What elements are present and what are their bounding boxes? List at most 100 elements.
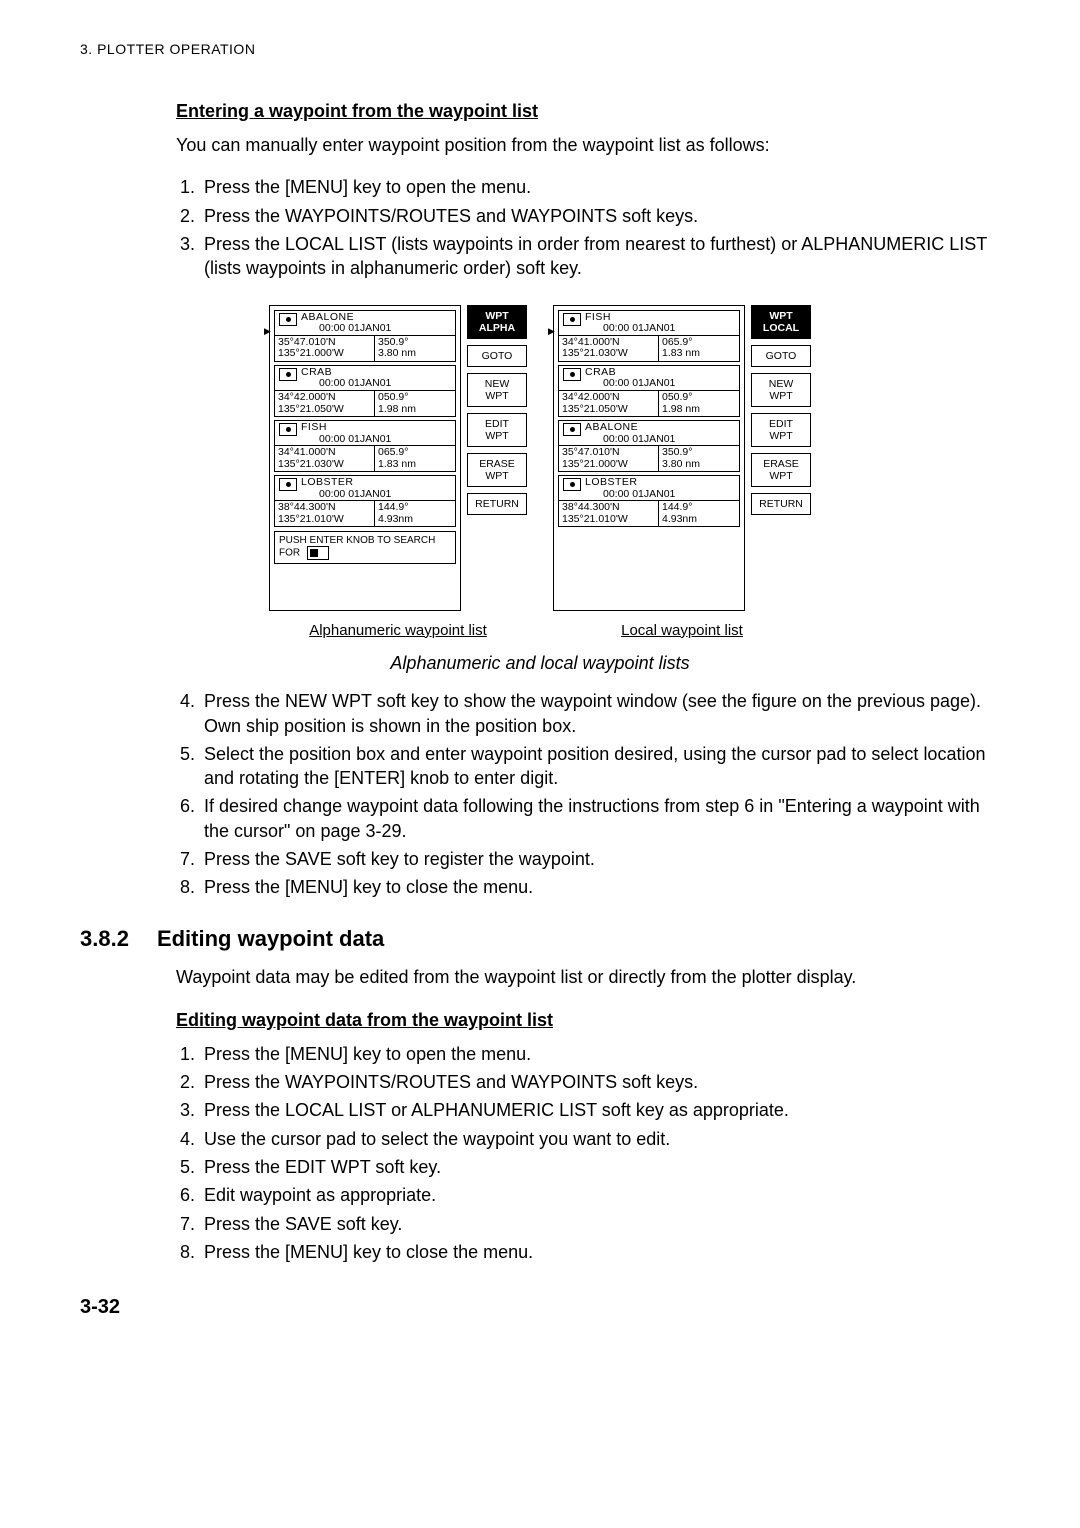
step-item: Press the NEW WPT soft key to show the w… — [200, 689, 1000, 738]
keyboard-icon — [307, 546, 329, 560]
softkey-return[interactable]: RETURN — [467, 493, 527, 515]
step-item: Edit waypoint as appropriate. — [200, 1183, 1000, 1207]
softkey-column-right: WPTLOCAL GOTO NEWWPT EDITWPT ERASEWPT RE… — [751, 305, 811, 611]
waypoint-mark-icon — [563, 313, 581, 326]
alphanumeric-listbox: ABALONE00:00 01JAN0135°47.010'N135°21.00… — [269, 305, 461, 611]
steps-list-a: Press the [MENU] key to open the menu. Pr… — [176, 175, 1000, 280]
step-item: Press the [MENU] key to open the menu. — [200, 1042, 1000, 1066]
waypoint-lon: 135°21.030'W — [278, 459, 371, 471]
waypoint-lon: 135°21.030'W — [562, 348, 655, 360]
waypoint-date: 00:00 01JAN01 — [585, 434, 675, 446]
step-item: Press the SAVE soft key. — [200, 1212, 1000, 1236]
softkey-goto[interactable]: GOTO — [467, 345, 527, 367]
figure-wrap: ABALONE00:00 01JAN0135°47.010'N135°21.00… — [80, 305, 1000, 611]
section-intro: Waypoint data may be edited from the way… — [176, 965, 1000, 989]
waypoint-lat: 35°47.010'N — [562, 447, 655, 459]
caption-local: Local waypoint list — [553, 621, 811, 641]
softkey-return[interactable]: RETURN — [751, 493, 811, 515]
waypoint-lat: 34°41.000'N — [278, 447, 371, 459]
waypoint-range: 4.93nm — [378, 514, 452, 526]
waypoint-mark-icon — [279, 313, 297, 326]
softkey-new-wpt[interactable]: NEWWPT — [467, 373, 527, 407]
waypoint-entry[interactable]: ABALONE00:00 01JAN0135°47.010'N135°21.00… — [274, 310, 456, 362]
waypoint-entry[interactable]: LOBSTER00:00 01JAN0138°44.300'N135°21.01… — [274, 475, 456, 527]
waypoint-date: 00:00 01JAN01 — [585, 489, 675, 501]
waypoint-mark-icon — [563, 423, 581, 436]
softkey-erase-wpt[interactable]: ERASEWPT — [467, 453, 527, 487]
softkey-wpt-alpha[interactable]: WPTALPHA — [467, 305, 527, 339]
waypoint-entry[interactable]: ABALONE00:00 01JAN0135°47.010'N135°21.00… — [558, 420, 740, 472]
steps-list-b: Press the NEW WPT soft key to show the w… — [176, 689, 1000, 899]
waypoint-mark-icon — [563, 478, 581, 491]
page-number: 3-32 — [80, 1294, 1000, 1321]
waypoint-lon: 135°21.010'W — [562, 514, 655, 526]
waypoint-entry[interactable]: CRAB00:00 01JAN0134°42.000'N135°21.050'W… — [558, 365, 740, 417]
waypoint-lon: 135°21.050'W — [562, 404, 655, 416]
waypoint-name: FISH — [301, 422, 391, 434]
section-number: 3.8.2 — [80, 924, 129, 954]
waypoint-mark-icon — [563, 368, 581, 381]
waypoint-lon: 135°21.050'W — [278, 404, 371, 416]
waypoint-name: ABALONE — [585, 422, 675, 434]
waypoint-range: 1.83 nm — [662, 348, 736, 360]
section-heading: 3.8.2 Editing waypoint data — [80, 924, 1000, 954]
search-hint-box: PUSH ENTER KNOB TO SEARCH FOR — [274, 531, 456, 564]
waypoint-entry[interactable]: CRAB00:00 01JAN0134°42.000'N135°21.050'W… — [274, 365, 456, 417]
panel-local: FISH00:00 01JAN0134°41.000'N135°21.030'W… — [553, 305, 811, 611]
waypoint-date: 00:00 01JAN01 — [585, 323, 675, 335]
waypoint-date: 00:00 01JAN01 — [301, 489, 391, 501]
intro-paragraph: You can manually enter waypoint position… — [176, 133, 1000, 157]
waypoint-bearing: 350.9° — [662, 447, 736, 459]
waypoint-entry[interactable]: FISH00:00 01JAN0134°41.000'N135°21.030'W… — [558, 310, 740, 362]
waypoint-range: 3.80 nm — [662, 459, 736, 471]
subheading-editing: Editing waypoint data from the waypoint … — [176, 1008, 1000, 1032]
step-item: Press the LOCAL LIST or ALPHANUMERIC LIS… — [200, 1098, 1000, 1122]
panel-alphanumeric: ABALONE00:00 01JAN0135°47.010'N135°21.00… — [269, 305, 527, 611]
waypoint-lon: 135°21.000'W — [562, 459, 655, 471]
waypoint-lon: 135°21.000'W — [278, 348, 371, 360]
step-item: Press the EDIT WPT soft key. — [200, 1155, 1000, 1179]
step-item: Press the WAYPOINTS/ROUTES and WAYPOINTS… — [200, 204, 1000, 228]
waypoint-mark-icon — [279, 478, 297, 491]
waypoint-lat: 34°42.000'N — [278, 392, 371, 404]
step-item: Press the WAYPOINTS/ROUTES and WAYPOINTS… — [200, 1070, 1000, 1094]
waypoint-date: 00:00 01JAN01 — [301, 323, 391, 335]
waypoint-entry[interactable]: FISH00:00 01JAN0134°41.000'N135°21.030'W… — [274, 420, 456, 472]
steps-list-c: Press the [MENU] key to open the menu. Pr… — [176, 1042, 1000, 1264]
waypoint-date: 00:00 01JAN01 — [301, 434, 391, 446]
waypoint-mark-icon — [279, 368, 297, 381]
waypoint-date: 00:00 01JAN01 — [585, 378, 675, 390]
local-listbox: FISH00:00 01JAN0134°41.000'N135°21.030'W… — [553, 305, 745, 611]
waypoint-bearing: 050.9° — [662, 392, 736, 404]
waypoint-range: 1.83 nm — [378, 459, 452, 471]
waypoint-mark-icon — [279, 423, 297, 436]
softkey-edit-wpt[interactable]: EDITWPT — [751, 413, 811, 447]
softkey-new-wpt[interactable]: NEWWPT — [751, 373, 811, 407]
softkey-goto[interactable]: GOTO — [751, 345, 811, 367]
softkey-column-left: WPTALPHA GOTO NEWWPT EDITWPT ERASEWPT RE… — [467, 305, 527, 611]
waypoint-bearing: 065.9° — [378, 447, 452, 459]
step-item: Press the SAVE soft key to register the … — [200, 847, 1000, 871]
step-item: Press the [MENU] key to open the menu. — [200, 175, 1000, 199]
waypoint-bearing: 050.9° — [378, 392, 452, 404]
step-item: Press the LOCAL LIST (lists waypoints in… — [200, 232, 1000, 281]
step-item: Press the [MENU] key to close the menu. — [200, 1240, 1000, 1264]
softkey-wpt-local[interactable]: WPTLOCAL — [751, 305, 811, 339]
waypoint-range: 1.98 nm — [662, 404, 736, 416]
waypoint-range: 3.80 nm — [378, 348, 452, 360]
subheading-entering: Entering a waypoint from the waypoint li… — [176, 99, 1000, 123]
section-title: Editing waypoint data — [157, 924, 384, 954]
step-item: If desired change waypoint data followin… — [200, 794, 1000, 843]
page-header: 3. PLOTTER OPERATION — [80, 40, 1000, 59]
waypoint-lon: 135°21.010'W — [278, 514, 371, 526]
softkey-erase-wpt[interactable]: ERASEWPT — [751, 453, 811, 487]
step-item: Select the position box and enter waypoi… — [200, 742, 1000, 791]
waypoint-range: 4.93nm — [662, 514, 736, 526]
waypoint-lat: 34°42.000'N — [562, 392, 655, 404]
figure-caption-main: Alphanumeric and local waypoint lists — [80, 651, 1000, 675]
caption-alpha: Alphanumeric waypoint list — [269, 621, 527, 641]
waypoint-range: 1.98 nm — [378, 404, 452, 416]
step-item: Use the cursor pad to select the waypoin… — [200, 1127, 1000, 1151]
softkey-edit-wpt[interactable]: EDITWPT — [467, 413, 527, 447]
waypoint-entry[interactable]: LOBSTER00:00 01JAN0138°44.300'N135°21.01… — [558, 475, 740, 527]
